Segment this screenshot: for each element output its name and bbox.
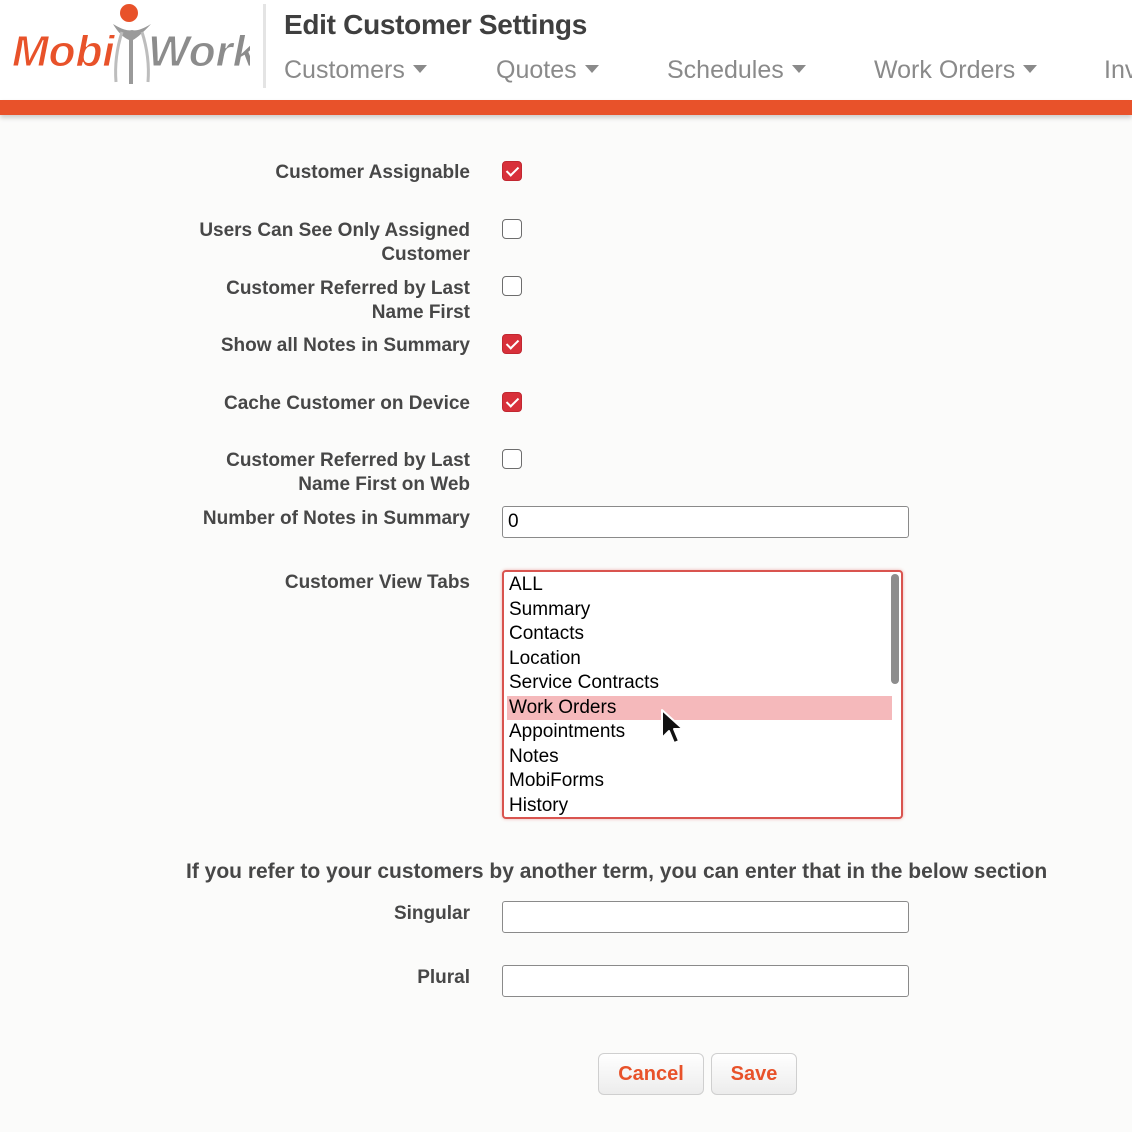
- page-title: Edit Customer Settings: [284, 9, 587, 40]
- users-see-assigned-label-line1: Users Can See Only Assigned: [199, 220, 470, 241]
- view-tabs-label: Customer View Tabs: [284, 572, 470, 593]
- chevron-down-icon: [791, 65, 806, 74]
- listbox-scrollbar[interactable]: [891, 574, 899, 684]
- singular-label: Singular: [393, 903, 470, 924]
- view-tab-option-work-orders[interactable]: Work Orders: [507, 695, 892, 720]
- save-button[interactable]: Save: [711, 1053, 797, 1095]
- view-tab-option-service-contracts[interactable]: Service Contracts: [507, 671, 892, 695]
- nav-customers-label: Customers: [284, 56, 405, 84]
- nav-inventory-label: Inv: [1104, 56, 1132, 84]
- users-see-assigned-checkbox[interactable]: [502, 219, 522, 239]
- view-tab-option-location[interactable]: Location: [507, 647, 892, 671]
- plural-input[interactable]: [502, 965, 909, 997]
- cancel-button[interactable]: Cancel: [598, 1053, 704, 1095]
- logo-text-mobi: Mobi: [12, 27, 115, 76]
- view-tab-option-appointments[interactable]: Appointments: [507, 720, 892, 744]
- app-header: Mobi Work Edit Customer Settings Custome…: [0, 0, 1132, 100]
- chevron-down-icon: [1023, 65, 1038, 74]
- customer-assignable-checkbox[interactable]: [502, 161, 522, 181]
- nav-customers[interactable]: Customers: [284, 56, 427, 85]
- chevron-down-icon: [584, 65, 599, 74]
- referred-last-name-web-label: Customer Referred by Last Name First on …: [226, 449, 470, 497]
- notes-count-input[interactable]: [502, 506, 909, 538]
- logo-text-work: Work: [148, 27, 250, 76]
- nav-inventory[interactable]: Inv: [1104, 56, 1132, 85]
- singular-input[interactable]: [502, 901, 909, 933]
- header-divider: [263, 4, 266, 88]
- nav-schedules-label: Schedules: [667, 56, 784, 84]
- view-tab-option-contacts[interactable]: Contacts: [507, 622, 892, 646]
- referred-last-name-web-label-line2: Name First on Web: [298, 474, 470, 495]
- users-see-assigned-label: Users Can See Only Assigned Customer: [199, 219, 470, 267]
- referred-last-name-checkbox[interactable]: [502, 276, 522, 296]
- show-all-notes-checkbox[interactable]: [502, 334, 522, 354]
- nav-work-orders-label: Work Orders: [874, 56, 1016, 84]
- referred-last-name-web-label-line1: Customer Referred by Last: [226, 450, 470, 471]
- referred-last-name-label-line1: Customer Referred by Last: [226, 278, 470, 299]
- nav-schedules[interactable]: Schedules: [667, 56, 806, 85]
- show-all-notes-label: Show all Notes in Summary: [220, 335, 470, 356]
- mobiwork-logo[interactable]: Mobi Work: [10, 2, 250, 88]
- cache-on-device-checkbox[interactable]: [502, 392, 522, 412]
- view-tab-option-mobiforms[interactable]: MobiForms: [507, 769, 892, 793]
- referred-last-name-web-checkbox[interactable]: [502, 449, 522, 469]
- referred-last-name-label-line2: Name First: [371, 302, 470, 323]
- view-tab-option-history[interactable]: History: [507, 794, 892, 818]
- customer-assignable-label: Customer Assignable: [275, 162, 470, 183]
- alternate-term-note: If you refer to your customers by anothe…: [186, 860, 1048, 883]
- chevron-down-icon: [412, 65, 427, 74]
- header-accent-bar: [0, 100, 1132, 115]
- view-tab-option-all[interactable]: ALL: [507, 573, 892, 597]
- nav-quotes-label: Quotes: [496, 56, 577, 84]
- view-tab-option-summary[interactable]: Summary: [507, 598, 892, 622]
- mouse-cursor-icon: [661, 709, 684, 744]
- referred-last-name-label: Customer Referred by Last Name First: [226, 277, 470, 325]
- view-tab-option-notes[interactable]: Notes: [507, 745, 892, 769]
- notes-count-label: Number of Notes in Summary: [202, 508, 470, 529]
- nav-quotes[interactable]: Quotes: [496, 56, 599, 85]
- users-see-assigned-label-line2: Customer: [381, 244, 470, 265]
- view-tabs-listbox[interactable]: ALL Summary Contacts Location Service Co…: [502, 570, 903, 819]
- cache-on-device-label: Cache Customer on Device: [223, 393, 470, 414]
- nav-work-orders[interactable]: Work Orders: [874, 56, 1038, 85]
- plural-label: Plural: [417, 967, 470, 988]
